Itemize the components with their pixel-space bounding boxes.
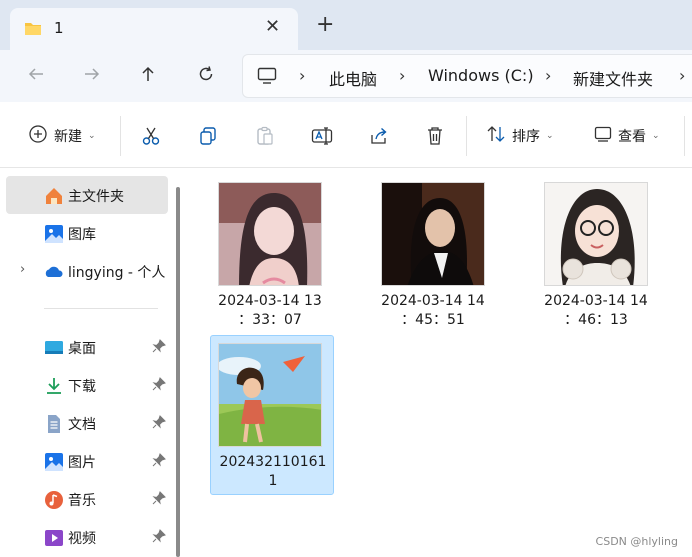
view-button[interactable]: 查看 ⌄ (594, 124, 660, 148)
new-button-label: 新建 (54, 129, 82, 145)
refresh-icon[interactable] (192, 62, 220, 90)
sidebar-item-music[interactable]: 音乐 (6, 480, 168, 518)
cut-icon[interactable] (141, 124, 161, 148)
share-icon[interactable] (369, 124, 389, 148)
file-item-selected[interactable]: 202432110161 1 (210, 335, 334, 495)
desktop-icon (44, 338, 64, 358)
chevron-right-icon[interactable]: › (679, 66, 685, 85)
file-item[interactable]: 2024-03-14 14 ：45：51 (371, 168, 495, 328)
pin-icon[interactable] (152, 377, 166, 395)
file-name: 2024-03-14 14 ：45：51 (381, 293, 485, 328)
tab-title: 1 (54, 19, 64, 37)
pictures-icon (44, 452, 64, 472)
sidebar-item-label: 视频 (68, 531, 96, 547)
breadcrumb-drive-c[interactable]: Windows (C:) (428, 66, 534, 85)
sort-button[interactable]: 排序 ⌄ (486, 124, 554, 148)
arrow-right-icon[interactable] (78, 62, 106, 90)
command-bar: 新建 ⌄ 排序 ⌄ 查看 ⌄ (0, 102, 692, 168)
chevron-down-icon: ⌄ (546, 131, 554, 141)
chevron-right-icon[interactable]: › (20, 262, 25, 277)
image-thumbnail (544, 182, 648, 286)
paste-icon[interactable] (255, 124, 275, 148)
music-icon (44, 490, 64, 510)
file-name: 2024-03-14 13 ：33：07 (218, 293, 322, 328)
file-item[interactable]: 2024-03-14 13 ：33：07 (208, 168, 332, 328)
sidebar-item-home[interactable]: 主文件夹 (6, 176, 168, 214)
plus-circle-icon (28, 124, 48, 148)
pin-icon[interactable] (152, 415, 166, 433)
document-icon (44, 414, 64, 434)
folder-icon (24, 21, 42, 40)
sidebar-item-documents[interactable]: 文档 (6, 404, 168, 442)
sidebar-item-videos[interactable]: 视频 (6, 518, 168, 556)
pin-icon[interactable] (152, 491, 166, 509)
chevron-right-icon: › (299, 66, 306, 85)
sidebar-divider (44, 308, 158, 309)
file-list: 2024-03-14 13 ：33：07 2024-03-14 14 ：45：5… (188, 168, 692, 557)
file-item[interactable]: 2024-03-14 14 ：46：13 (534, 168, 658, 328)
file-name: 2024-03-14 14 ：46：13 (544, 293, 648, 328)
video-icon (44, 528, 64, 548)
title-bar: 1 ✕ + (0, 0, 692, 50)
sidebar-item-label: 文档 (68, 417, 96, 433)
navigation-pane: 主文件夹 图库 › lingying - 个人 桌面 下载 文档 图片 音乐 视… (0, 168, 188, 557)
view-icon (594, 125, 612, 147)
pin-icon[interactable] (152, 529, 166, 547)
sidebar-item-pictures[interactable]: 图片 (6, 442, 168, 480)
toolbar-divider (684, 116, 685, 156)
delete-icon[interactable] (426, 124, 444, 148)
computer-icon (257, 67, 277, 89)
plus-icon[interactable]: + (316, 14, 334, 36)
sidebar-item-label: 图片 (68, 455, 96, 471)
sidebar-item-label: lingying - 个人 (68, 265, 166, 281)
image-thumbnail (218, 343, 322, 447)
toolbar-divider (120, 116, 121, 156)
sidebar-item-label: 桌面 (68, 341, 96, 357)
chevron-right-icon[interactable]: › (399, 66, 405, 85)
watermark-text: CSDN @hlyling (595, 535, 678, 548)
pin-icon[interactable] (152, 339, 166, 357)
sidebar-item-label: 图库 (68, 227, 96, 243)
pin-icon[interactable] (152, 453, 166, 471)
navigation-bar: › 此电脑 › Windows (C:) › 新建文件夹 › (0, 50, 692, 102)
close-icon[interactable]: ✕ (265, 16, 280, 37)
sidebar-scrollbar[interactable] (176, 187, 180, 557)
rename-icon[interactable] (311, 124, 333, 148)
breadcrumb-new-folder[interactable]: 新建文件夹 (573, 66, 653, 90)
new-button[interactable]: 新建 ⌄ (28, 124, 96, 148)
image-thumbnail (218, 182, 322, 286)
file-name: 202432110161 1 (219, 454, 327, 489)
home-icon (44, 186, 64, 206)
chevron-down-icon: ⌄ (88, 131, 96, 141)
view-button-label: 查看 (618, 129, 646, 145)
chevron-right-icon[interactable]: › (545, 66, 551, 85)
onedrive-cloud-icon (44, 262, 64, 282)
breadcrumb-this-pc[interactable]: 此电脑 (329, 66, 377, 90)
image-thumbnail (381, 182, 485, 286)
toolbar-divider (466, 116, 467, 156)
address-bar[interactable]: › 此电脑 › Windows (C:) › 新建文件夹 › (242, 54, 692, 98)
sidebar-item-label: 音乐 (68, 493, 96, 509)
copy-icon[interactable] (198, 124, 218, 148)
sidebar-item-label: 下载 (68, 379, 96, 395)
tab-active[interactable]: 1 ✕ (10, 8, 298, 50)
download-icon (44, 376, 64, 396)
sidebar-item-label: 主文件夹 (68, 189, 124, 205)
sidebar-item-downloads[interactable]: 下载 (6, 366, 168, 404)
sidebar-item-onedrive[interactable]: › lingying - 个人 (6, 252, 168, 290)
arrow-left-icon[interactable] (22, 62, 50, 90)
arrow-up-icon[interactable] (134, 62, 162, 90)
sort-icon (486, 124, 506, 148)
sort-button-label: 排序 (512, 129, 540, 145)
sidebar-item-gallery[interactable]: 图库 (6, 214, 168, 252)
sidebar-item-desktop[interactable]: 桌面 (6, 328, 168, 366)
chevron-down-icon: ⌄ (652, 131, 660, 141)
gallery-icon (44, 224, 64, 244)
